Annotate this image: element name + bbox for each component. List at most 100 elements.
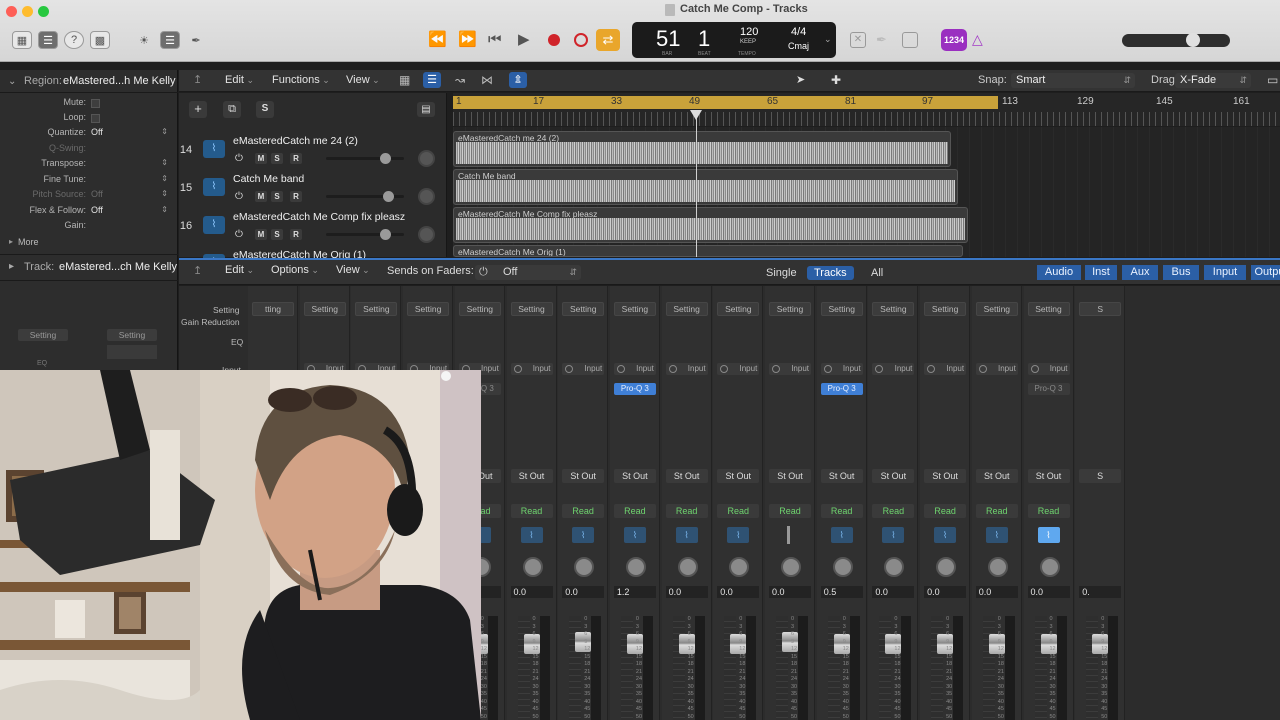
cycle-button[interactable]: ⇄: [596, 29, 620, 51]
channel-input-slot[interactable]: Input: [975, 363, 1018, 375]
quick-help-icon[interactable]: ?: [64, 31, 84, 49]
track-volume-knob[interactable]: [383, 191, 394, 202]
channel-volume-value[interactable]: 0.0: [769, 586, 811, 598]
channel-setting-button[interactable]: S: [1079, 302, 1122, 316]
stepper-icon[interactable]: ⇕: [161, 158, 168, 167]
channel-setting-button[interactable]: Setting: [975, 302, 1018, 316]
track-volume-slider[interactable]: [326, 229, 404, 240]
channel-setting-button[interactable]: Setting: [458, 302, 501, 316]
channel-volume-value[interactable]: 0.0: [665, 586, 708, 598]
channel-setting-button[interactable]: Setting: [924, 302, 967, 316]
fast-forward-icon[interactable]: ⏩: [458, 30, 477, 50]
channel-fader[interactable]: [931, 616, 954, 720]
snap-select[interactable]: Smart ⇵: [1011, 73, 1135, 88]
channel-pan-knob[interactable]: [625, 557, 646, 577]
channel-input-slot[interactable]: Input: [562, 363, 605, 375]
master-volume-knob[interactable]: [1186, 33, 1200, 47]
metronome-icon[interactable]: △: [972, 31, 983, 48]
channel-output-button[interactable]: St Out: [872, 469, 915, 483]
tab-single[interactable]: Single: [759, 266, 804, 280]
channel-input-slot[interactable]: Input: [820, 363, 863, 375]
flex-icon[interactable]: ⋈: [481, 73, 493, 87]
inspector-checkbox[interactable]: [91, 99, 100, 108]
back-arrow-icon[interactable]: ↥: [193, 73, 202, 86]
library-icon[interactable]: ▦: [12, 31, 32, 49]
automation-mode-button[interactable]: Read: [872, 504, 915, 518]
track-power-icon[interactable]: ⏻: [235, 153, 243, 164]
track-pan-knob[interactable]: [418, 226, 435, 243]
lcd-chevron-icon[interactable]: ⌄: [824, 34, 832, 45]
channel-setting-button[interactable]: Setting: [613, 302, 656, 316]
channel-fader[interactable]: [776, 616, 798, 720]
track-row[interactable]: 16 ⌇ eMasteredCatch Me Comp fix pleasz ⏻ M S R: [179, 208, 447, 246]
track-name[interactable]: Catch Me band: [233, 173, 304, 185]
tracks-edit-menu[interactable]: Edit: [225, 74, 254, 86]
tracks-view-menu[interactable]: View: [346, 74, 380, 86]
track-disclosure-icon[interactable]: ▸: [9, 261, 14, 272]
channel-waveform-icon[interactable]: ⌇: [572, 527, 595, 543]
track-row[interactable]: 14 ⌇ eMasteredCatch me 24 (2) ⏻ M S R: [179, 132, 447, 170]
minimize-window-button[interactable]: [22, 6, 33, 17]
channel-fader[interactable]: [517, 616, 540, 720]
audio-region[interactable]: Catch Me band: [453, 169, 958, 205]
inspector-value[interactable]: Off: [91, 127, 103, 137]
waveform-zoom-icon[interactable]: ▭: [1267, 73, 1278, 87]
playhead[interactable]: [696, 110, 697, 257]
record-enable-button[interactable]: R: [290, 153, 302, 164]
audio-region[interactable]: eMasteredCatch Me Orig (1): [453, 245, 963, 257]
track-volume-slider[interactable]: [326, 153, 404, 164]
audio-region[interactable]: eMasteredCatch me 24 (2): [453, 131, 951, 167]
channel-waveform-icon[interactable]: ⌇: [985, 527, 1008, 543]
channel-input-slot[interactable]: Input: [665, 363, 708, 375]
channel-output-button[interactable]: St Out: [924, 469, 967, 483]
track-power-icon[interactable]: ⏻: [235, 229, 243, 240]
channel-input-slot[interactable]: Input: [510, 363, 553, 375]
marquee-tool-icon[interactable]: ✚: [831, 73, 841, 87]
channel-waveform-icon[interactable]: ⌇: [520, 527, 543, 543]
channel-fader[interactable]: [569, 616, 592, 720]
channel-output-button[interactable]: St Out: [769, 469, 811, 483]
channel-volume-value[interactable]: 0.5: [820, 586, 863, 598]
channel-pan-knob[interactable]: [522, 557, 543, 577]
rewind-icon[interactable]: ⏪: [428, 30, 447, 50]
smart-controls-icon[interactable]: ☀: [134, 31, 154, 49]
solo-button[interactable]: S: [271, 191, 283, 202]
list-view-icon[interactable]: ☰: [423, 72, 441, 88]
channel-fader[interactable]: [827, 616, 850, 720]
channel-fader[interactable]: [724, 616, 747, 720]
more-chevron-icon[interactable]: ▸: [9, 237, 13, 246]
channel-setting-button[interactable]: Setting: [510, 302, 553, 316]
editors-icon[interactable]: ✒: [186, 31, 206, 49]
automation-mode-button[interactable]: Read: [510, 504, 553, 518]
channel-output-button[interactable]: St Out: [717, 469, 760, 483]
grid-view-icon[interactable]: ▦: [399, 73, 410, 87]
filter-bus[interactable]: Bus: [1163, 265, 1199, 280]
track-name[interactable]: eMasteredCatch Me Comp fix pleasz: [233, 211, 405, 223]
channel-volume-value[interactable]: 0.: [1079, 586, 1122, 598]
inspector-checkbox[interactable]: [91, 114, 100, 123]
automation-mode-button[interactable]: Read: [717, 504, 760, 518]
track-volume-slider[interactable]: [326, 191, 404, 202]
channel-fader[interactable]: [982, 616, 1005, 720]
track-name[interactable]: eMasteredCatch me 24 (2): [233, 135, 358, 147]
mute-button[interactable]: M: [255, 191, 267, 202]
automation-mode-button[interactable]: Read: [924, 504, 967, 518]
channel-input-slot[interactable]: Input: [872, 363, 915, 375]
channel-output-button[interactable]: St Out: [975, 469, 1018, 483]
sends-on-faders-select[interactable]: ⏻ Off ⇵: [475, 265, 581, 280]
mute-button[interactable]: M: [255, 153, 267, 164]
channel-waveform-icon[interactable]: ⌇: [1037, 527, 1060, 543]
pointer-tool-icon[interactable]: ➤: [796, 73, 805, 86]
automation-mode-button[interactable]: Read: [665, 504, 708, 518]
track-name[interactable]: eMastered...ch Me Kelly: [59, 261, 177, 273]
channel-waveform-icon[interactable]: ⌇: [623, 527, 646, 543]
channel-pan-knob[interactable]: [832, 557, 853, 577]
plugin-slot[interactable]: Pro-Q 3: [1027, 383, 1070, 395]
more-toggle[interactable]: More: [18, 237, 39, 247]
channel-output-button[interactable]: St Out: [665, 469, 708, 483]
channel-input-slot[interactable]: Input: [924, 363, 967, 375]
tracks-functions-menu[interactable]: Functions: [272, 74, 330, 86]
track-header-config-icon[interactable]: ▤: [417, 102, 435, 117]
channel-fader[interactable]: [879, 616, 902, 720]
channel-pan-knob[interactable]: [987, 557, 1008, 577]
